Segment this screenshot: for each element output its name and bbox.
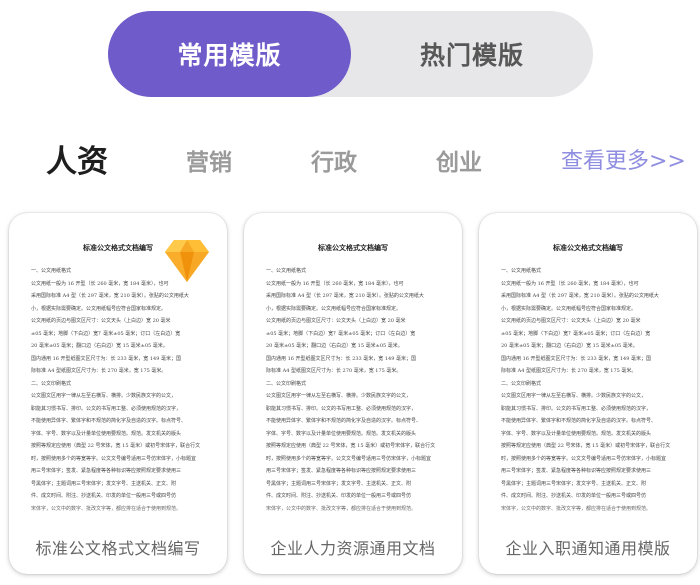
document-preview-line: 二、公文印刷格式 [501, 380, 542, 387]
document-preview-line: 按照等规定应使用（典型 22 号宋体，宽 15 毫米）或初号宋体字，联合行文 [266, 443, 436, 449]
document-preview-line: ±05 毫米；地脚（下白边）宽？毫米±05 毫米；订口（左白边）宽 [266, 330, 416, 337]
document-preview-line: 采用国际标准 A4 型（长 297 毫米，宽 210 毫米）。张贴的公文用纸大 [266, 293, 424, 299]
document-preview-line: ±05 毫米；地脚（下白边）宽？毫米±05 毫米；订口（左白边）宽 [31, 330, 181, 337]
document-preview-line: 小，根据实际需要确定。公文用纸幅号应符合国家标准规定。 [501, 305, 637, 312]
document-preview-line: 采用国际标准 A4 型（长 297 毫米，宽 210 毫米）。张贴的公文用纸大 [501, 293, 659, 299]
document-preview-line: 件、成文时间、附注、抄送机关、印发的单位一般用三号或四号仿 [501, 493, 647, 499]
view-more-link[interactable]: 查看更多>> [561, 143, 686, 175]
document-preview-line: 国内通用 16 开型纸图文区尺寸为：长 233 毫米，宽 149 毫米；国 [501, 355, 651, 362]
document-preview-line: 不能使用异体字、繁体字和不规范的简化字及自造的汉字。标点符号、 [31, 418, 187, 424]
category-startup[interactable]: 创业 [436, 138, 482, 182]
document-preview-line: 小，根据实际需要确定。公文用纸幅号应符合国家标准规定。 [31, 305, 167, 312]
document-preview-line: 不能使用异体字、繁体字和不规范的简化字及自造的汉字。标点符号、 [501, 418, 657, 424]
preview-fade [9, 503, 227, 533]
document-preview-line: 字体、字号、数字以及计量单位使用要规范。规范。发文机关的版头 [501, 430, 652, 437]
category-administration[interactable]: 行政 [311, 138, 357, 182]
card-caption: 企业人力资源通用文档 [270, 539, 436, 558]
document-preview-line: 用三号宋体字；签发、紧急程度等各种标识等应按照规定要求使用三 [266, 468, 417, 474]
tab-common-templates[interactable]: 常用模版 [108, 11, 351, 97]
template-card[interactable]: 标准公文格式文档编写 一、公文用纸格式公文用纸一般为 16 开型（长 260 毫… [479, 213, 697, 574]
document-preview-line: 二、公文印刷格式 [266, 380, 307, 387]
document-preview-body: 一、公文用纸格式 公文用纸一般为 16 开型（长 260 毫米，宽 184 毫米）… [19, 265, 217, 515]
document-preview-line: 小，根据实际需要确定。公文用纸幅号应符合国家标准规定。 [266, 305, 402, 312]
document-preview-body: 一、公文用纸格式公文用纸一般为 16 开型（长 260 毫米，宽 184 毫米）… [489, 265, 687, 515]
document-preview: 标准公文格式文档编写 一、公文用纸格式公文用纸一般为 16 开型（长 260 毫… [254, 213, 452, 531]
document-preview-title: 标准公文格式文档编写 [318, 243, 388, 252]
preview-fade [244, 503, 462, 533]
document-preview-line: 职能其习惯书写、排印。公文的书写用工整、必须使用规范的汉字， [266, 405, 417, 412]
document-preview-line: 采用国际标准 A4 型（长 297 毫米，宽 210 毫米）。张贴的公文用纸大 [31, 293, 189, 299]
document-preview-line: 时，按照使用多个的等宽等字。公文文号编号适用三号仿宋体字，小标题宜 [501, 455, 667, 462]
document-preview-line: 职能其习惯书写、排印。公文的书写用工整、必须使用规范的汉字， [31, 405, 182, 412]
document-preview-line: 国内通用 16 开型纸图文区尺寸为：长 233 毫米，宽 149 毫米；国 [266, 355, 416, 362]
document-preview-line: 号黑体字；主题词用三号宋体字；发文字号、主送机关、正文、附 [31, 480, 177, 487]
preview-fade [479, 503, 697, 533]
document-preview-line: 公文用纸的页边与图文区尺寸：公文天头（上白边）宽 20 毫米 [31, 318, 171, 324]
category-marketing[interactable]: 营销 [186, 138, 232, 182]
document-preview-line: 一、公文用纸格式 [501, 268, 542, 274]
document-preview-title: 标准公文格式文档编写 [553, 243, 623, 252]
document-preview-line: 件、成文时间、附注、抄送机关、印发的单位一般用三号或四号仿 [266, 493, 412, 499]
card-caption: 标准公文格式文档编写 [35, 539, 201, 558]
document-preview-line: 时，按照使用多个的等宽等字。公文文号编号适用三号仿宋体字，小标题宜 [31, 455, 197, 462]
document-preview-line: 件、成文时间、附注、抄送机关、印发的单位一般用三号或四号仿 [31, 493, 177, 499]
document-preview-line: 时，按照使用多个的等宽等字。公文文号编号适用三号仿宋体字，小标题宜 [266, 455, 432, 462]
document-preview-line: 际标准 A4 型纸图文区尺寸为：长 270 毫米，宽 175 毫米。 [266, 368, 402, 374]
document-preview-body: 一、公文用纸格式公文用纸一般为 16 开型（长 260 毫米，宽 184 毫米）… [254, 265, 452, 515]
document-preview-line: 二、公文印刷格式 [31, 380, 72, 387]
card-caption: 企业入职通知通用模版 [505, 539, 671, 558]
document-preview-line: 公文用纸一般为 16 开型（长 260 毫米，宽 184 毫米），也可 [266, 280, 404, 287]
document-preview-line: 职能其习惯书写、排印。公文的书写用工整、必须使用规范的汉字， [501, 405, 652, 412]
template-card[interactable]: 标准公文格式文档编写 一、公文用纸格式公文用纸一般为 16 开型（长 260 毫… [244, 213, 462, 574]
template-type-switch: 常用模版 热门模版 [108, 11, 593, 97]
tab-popular-templates[interactable]: 热门模版 [351, 11, 593, 97]
document-preview-line: 字体、字号、数字以及计量单位使用要规范。规范。发文机关的版头 [266, 430, 417, 437]
document-preview-line: 公文用纸的页边与图文区尺寸：公文天头（上白边）宽 20 毫米 [501, 318, 641, 324]
document-preview-line: 一、公文用纸格式 [266, 268, 307, 274]
document-preview: 标准公文格式文档编写 一、公文用纸格式公文用纸一般为 16 开型（长 260 毫… [489, 213, 687, 531]
document-preview-line: 字体、字号、数字以及计量单位使用要规范。规范。发文机关的版头 [31, 430, 182, 437]
document-preview-line: 际标准 A4 型纸图文区尺寸为：长 270 毫米，宽 175 毫米。 [501, 368, 637, 374]
document-preview-line: 20 毫米±05 毫米；翻口边（右白边）宽 15 毫米±05 毫米。 [31, 343, 168, 349]
document-preview-line: 际标准 A4 型纸图文区尺寸为：长 270 毫米，宽 175 毫米。 [31, 368, 167, 374]
document-preview-line: 公文用纸一般为 16 开型（长 260 毫米，宽 184 毫米），也可 [501, 280, 639, 287]
document-preview-line: 公文图文区用字一律从左至右横写、横排。少数民族文字的公文， [31, 393, 177, 399]
document-preview-line: 号黑体字；主题词用三号宋体字；发文字号、主送机关、正文、附 [501, 480, 647, 487]
document-preview-line: 按照等规定应使用（典型 22 号宋体，宽 15 毫米）或初号宋体字，联合行文 [31, 443, 201, 449]
template-card[interactable]: 标准公文格式文档编写 一、公文用纸格式 公文用纸一般为 16 开型（长 260 毫… [9, 213, 227, 574]
document-preview-line: 20 毫米±05 毫米；翻口边（右白边）宽 15 毫米±05 毫米。 [501, 343, 638, 349]
document-preview-line: 公文用纸的页边与图文区尺寸：公文天头（上白边）宽 20 毫米 [266, 318, 406, 324]
document-preview-line: ±05 毫米；地脚（下白边）宽？毫米±05 毫米；订口（左白边）宽 [501, 330, 651, 337]
document-preview-line: 用三号宋体字；签发、紧急程度等各种标识等应按照规定要求使用三 [31, 468, 182, 474]
document-preview-line: 公文图文区用字一律从左至右横写、横排。少数民族文字的公文， [266, 393, 412, 399]
document-preview-line: 20 毫米±05 毫米；翻口边（右白边）宽 15 毫米±05 毫米。 [266, 343, 403, 349]
document-preview-line: 不能使用异体字、繁体字和不规范的简化字及自造的汉字。标点符号、 [266, 418, 422, 424]
gem-icon [165, 240, 209, 282]
document-preview-line: 号黑体字；主题词用三号宋体字；发文字号、主送机关、正文、附 [266, 480, 412, 487]
document-preview-line: 国内通用 16 开型纸图文区尺寸为：长 233 毫米，宽 149 毫米；国 [31, 355, 181, 362]
document-preview-line: 用三号宋体字；签发、紧急程度等各种标识等应按照规定要求使用三 [501, 468, 652, 474]
document-preview-line: 按照等规定应使用（典型 22 号宋体，宽 15 毫米）或初号宋体字，联合行文 [501, 443, 671, 449]
document-preview-line: 公文图文区用字一律从左至右横写、横排。少数民族文字的公文， [501, 393, 647, 399]
category-hr[interactable]: 人资 [46, 136, 108, 180]
